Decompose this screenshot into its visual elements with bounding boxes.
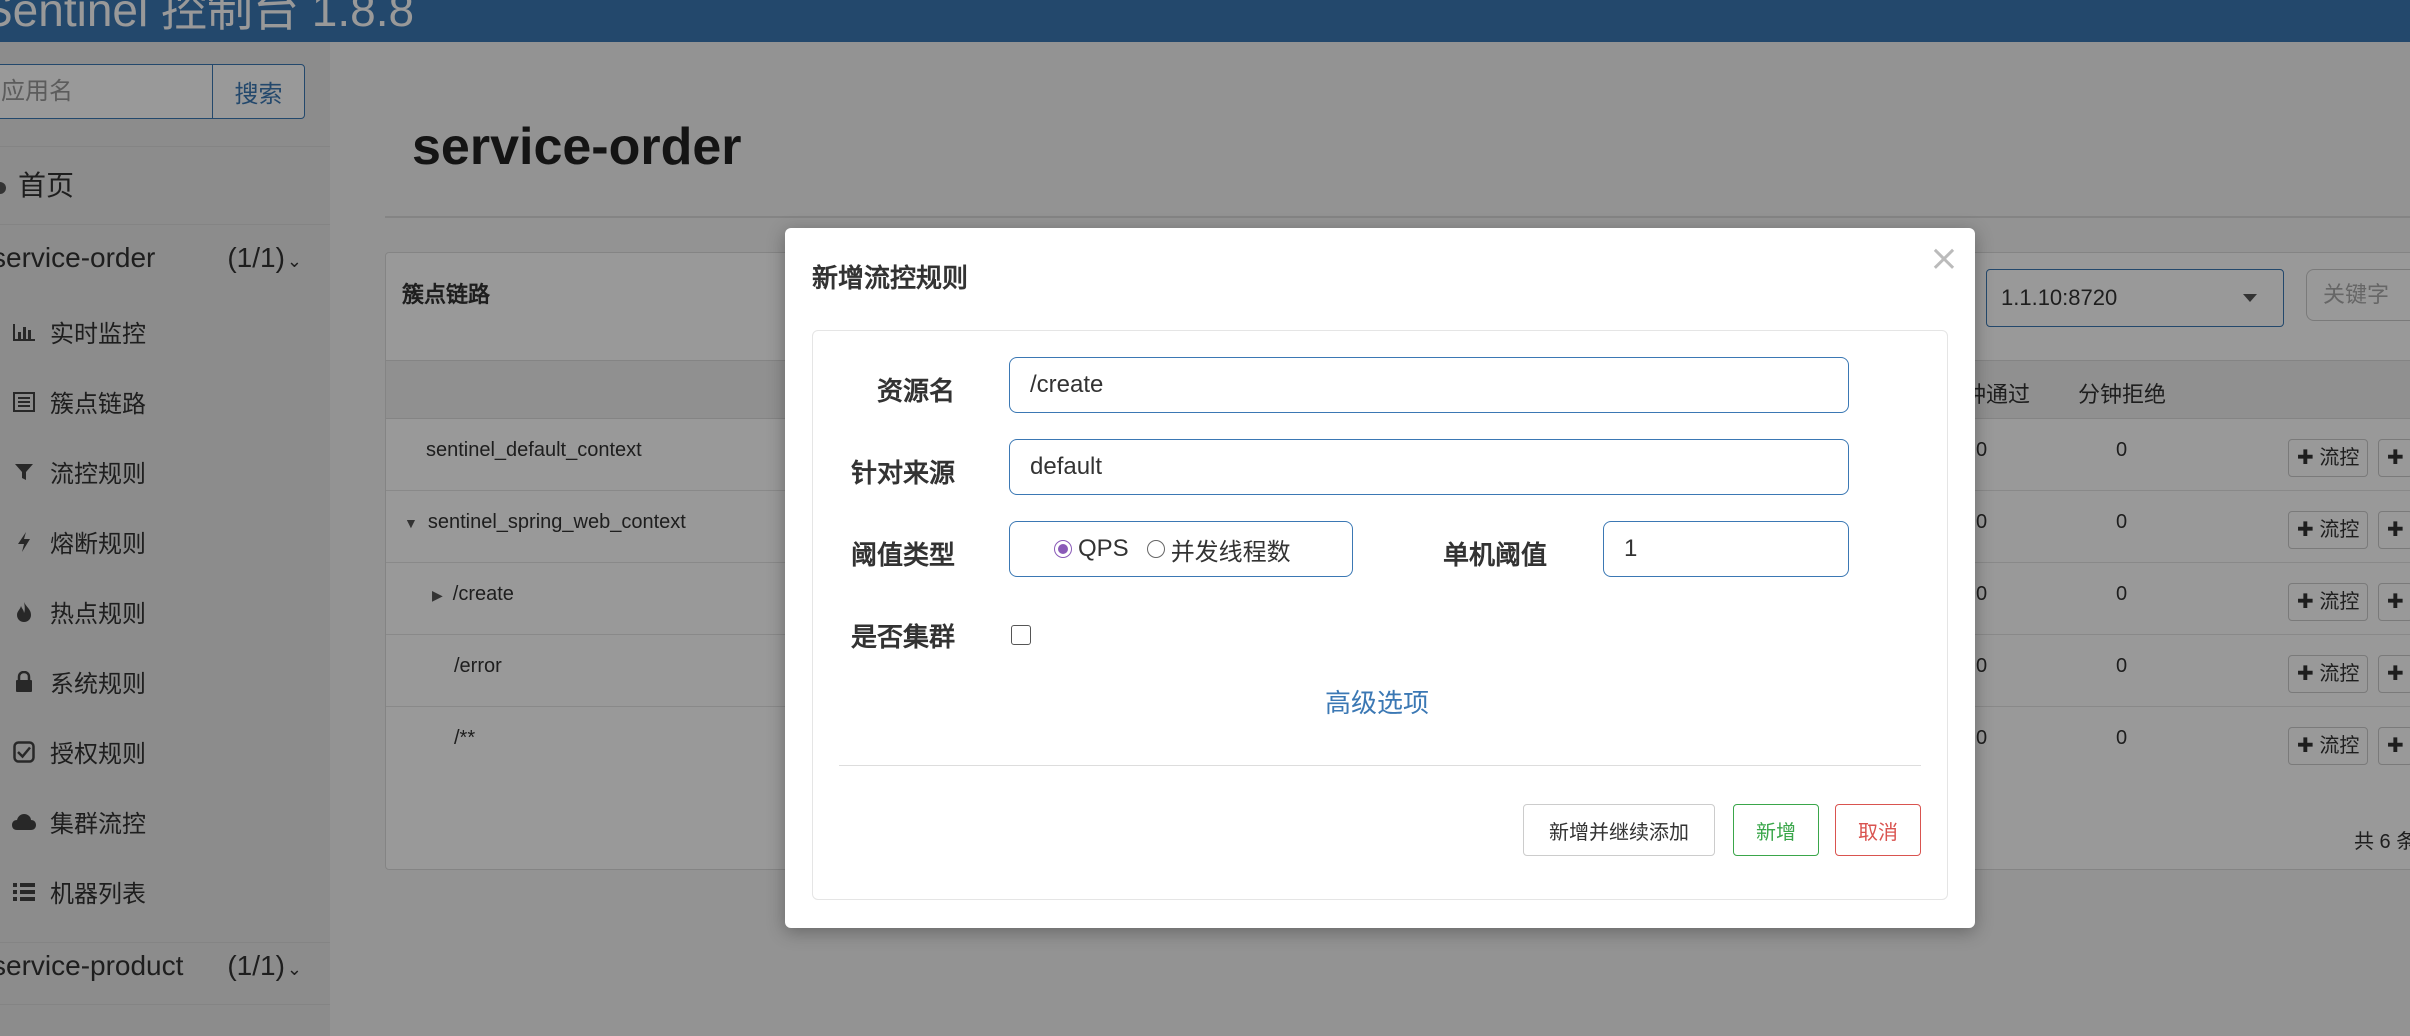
resource-input[interactable] [1009,357,1849,413]
add-button[interactable]: 新增 [1733,804,1819,856]
dialog-body: 资源名 针对来源 阈值类型 QPS 并发线程数 单机阈值 是否集群 高级选项 新… [812,330,1948,900]
grade-thread-option[interactable]: 并发线程数 [1146,532,1291,567]
threshold-input[interactable] [1603,521,1849,577]
grade-radio-group: QPS 并发线程数 [1009,521,1353,577]
cluster-checkbox[interactable] [1011,625,1031,645]
close-icon[interactable]: × [1929,238,1959,279]
grade-qps-option[interactable]: QPS [1054,535,1129,563]
radio-selected-icon[interactable] [1054,540,1072,558]
dialog-title: 新增流控规则 [812,263,969,293]
grade-thread-label: 并发线程数 [1170,538,1291,566]
threshold-label: 单机阈值 [1443,540,1548,570]
advanced-options-link[interactable]: 高级选项 [1325,683,1429,720]
origin-label: 针对来源 [851,458,956,488]
grade-label: 阈值类型 [851,540,956,570]
cancel-button[interactable]: 取消 [1835,804,1921,856]
cluster-label: 是否集群 [851,622,956,652]
resource-label: 资源名 [877,376,956,406]
grade-qps-label: QPS [1078,535,1129,562]
origin-input[interactable] [1009,439,1849,495]
divider [839,765,1921,766]
radio-icon[interactable] [1146,540,1165,558]
add-and-continue-button[interactable]: 新增并继续添加 [1523,804,1715,856]
add-flow-rule-dialog: 新增流控规则 × 资源名 针对来源 阈值类型 QPS 并发线程数 单机阈值 是否… [785,228,1975,928]
